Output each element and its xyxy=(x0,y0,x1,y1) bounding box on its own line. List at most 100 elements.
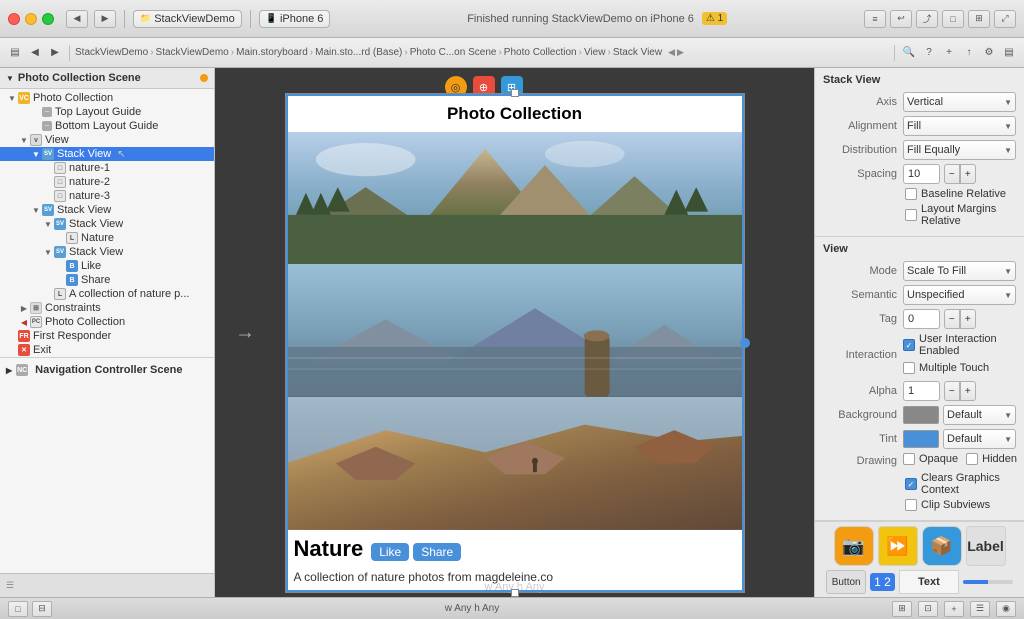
outline-item-stack-view-2[interactable]: ▼ SV Stack View xyxy=(0,203,214,217)
nav-forward-button[interactable]: ▶ xyxy=(94,10,116,28)
maximize-button[interactable] xyxy=(42,13,54,25)
close-button[interactable] xyxy=(8,13,20,25)
outline-item-first-responder[interactable]: FR First Responder xyxy=(0,329,214,343)
back-forward-button[interactable]: ↩ xyxy=(890,10,912,28)
filter-button[interactable]: ◉ xyxy=(996,601,1016,617)
outline-item-view[interactable]: ▼ v View xyxy=(0,133,214,147)
outline-item-bottom-layout[interactable]: ─ Bottom Layout Guide xyxy=(0,119,214,133)
add-constraint-button[interactable]: □ xyxy=(8,601,28,617)
list-view-button[interactable]: ☰ xyxy=(970,601,990,617)
library-button-label[interactable]: Button xyxy=(826,570,866,594)
resize-handle-bottom[interactable] xyxy=(511,589,519,597)
split-view-button[interactable]: ⊞ xyxy=(968,10,990,28)
outline-item-like[interactable]: B Like xyxy=(0,259,214,273)
opaque-checkbox[interactable] xyxy=(903,453,915,465)
add-button[interactable]: + xyxy=(940,44,958,62)
background-select[interactable]: Default ▼ xyxy=(943,405,1016,425)
settings-button[interactable]: ⚙ xyxy=(980,44,998,62)
resize-handle-top[interactable] xyxy=(511,89,519,97)
baseline-relative-checkbox[interactable] xyxy=(905,188,917,200)
breadcrumb-item-7[interactable]: View xyxy=(584,47,606,58)
breadcrumb-item-2[interactable]: StackViewDemo xyxy=(156,47,229,58)
console-button[interactable]: ▤ xyxy=(1000,44,1018,62)
toolbar-forward-button[interactable]: ▶ xyxy=(46,44,64,62)
breadcrumb-item-1[interactable]: StackViewDemo xyxy=(75,47,148,58)
device-tab[interactable]: 📱 iPhone 6 xyxy=(259,10,331,28)
clears-graphics-checkbox[interactable]: ✓ xyxy=(905,478,917,490)
outline-item-exit[interactable]: ✕ Exit xyxy=(0,343,214,357)
library-stepper[interactable]: 1 2 xyxy=(870,573,895,591)
breadcrumb-item-5[interactable]: Photo C...on Scene xyxy=(410,47,497,58)
nav-scene-header[interactable]: ▶ NC Navigation Controller Scene xyxy=(0,362,214,378)
tag-input[interactable]: 0 xyxy=(903,309,940,329)
outline-item-photo-collection-child[interactable]: ◀ PC Photo Collection xyxy=(0,315,214,329)
outline-item-nature-3[interactable]: □ nature-3 xyxy=(0,189,214,203)
constraints-toggle-arrow[interactable]: ▶ xyxy=(18,302,30,314)
outline-item-top-layout[interactable]: ─ Top Layout Guide xyxy=(0,105,214,119)
outline-view[interactable]: ▼ VC Photo Collection ─ Top Layout Guide… xyxy=(0,89,214,573)
clip-subviews-checkbox[interactable] xyxy=(905,499,917,511)
scheme-menu-button[interactable]: ▤ xyxy=(6,44,24,62)
library-cube-icon[interactable]: 📦 xyxy=(922,526,962,566)
fullscreen-button[interactable]: ⤢ xyxy=(994,10,1016,28)
library-slider[interactable] xyxy=(963,580,1013,584)
alpha-input[interactable]: 1 xyxy=(903,381,940,401)
breadcrumb-item-3[interactable]: Main.storyboard xyxy=(236,47,308,58)
toolbar-back-button[interactable]: ◀ xyxy=(26,44,44,62)
axis-select[interactable]: Vertical ▼ xyxy=(903,92,1016,112)
layout-margins-checkbox[interactable] xyxy=(905,209,917,221)
outline-item-stack-view-1[interactable]: ▼ SV Stack View ↖ xyxy=(0,147,214,161)
add-layout-button[interactable]: + xyxy=(944,601,964,617)
spacing-decrement-button[interactable]: − xyxy=(944,164,960,184)
breadcrumb-prev-arrow[interactable]: ◀ xyxy=(668,47,675,58)
resolve-layout-button[interactable]: ⊡ xyxy=(918,601,938,617)
user-interaction-checkbox[interactable]: ✓ xyxy=(903,339,915,351)
library-forward-icon[interactable]: ⏩ xyxy=(878,526,918,566)
background-swatch[interactable] xyxy=(903,406,939,424)
grid-view-button[interactable]: ⊞ xyxy=(892,601,912,617)
share-button[interactable]: ↑ xyxy=(960,44,978,62)
semantic-select[interactable]: Unspecified ▼ xyxy=(903,285,1016,305)
library-label-icon[interactable]: Label xyxy=(966,526,1006,566)
multiple-touch-checkbox[interactable] xyxy=(903,362,915,374)
sidebar-toggle-button[interactable]: ≡ xyxy=(864,10,886,28)
tag-decrement-button[interactable]: − xyxy=(944,309,960,329)
jump-bar-button[interactable]: ⤴ xyxy=(916,10,938,28)
breadcrumb-next-arrow[interactable]: ▶ xyxy=(677,47,684,58)
outline-item-photo-collection[interactable]: ▼ VC Photo Collection xyxy=(0,91,214,105)
tag-increment-button[interactable]: + xyxy=(960,309,976,329)
resize-handle-right[interactable] xyxy=(740,338,750,348)
hidden-checkbox[interactable] xyxy=(966,453,978,465)
nav-back-button[interactable]: ◀ xyxy=(66,10,88,28)
alpha-decrement-button[interactable]: − xyxy=(944,381,960,401)
distribution-select[interactable]: Fill Equally ▼ xyxy=(903,140,1016,160)
outline-item-stack-view-3[interactable]: ▼ SV Stack View xyxy=(0,217,214,231)
outline-item-stack-view-4[interactable]: ▼ SV Stack View xyxy=(0,245,214,259)
outline-item-nature-2[interactable]: □ nature-2 xyxy=(0,175,214,189)
minimize-button[interactable] xyxy=(25,13,37,25)
outline-item-nature-label[interactable]: L Nature xyxy=(0,231,214,245)
align-button[interactable]: ⊟ xyxy=(32,601,52,617)
help-button[interactable]: ? xyxy=(920,44,938,62)
library-text-item[interactable]: Text xyxy=(899,570,959,594)
outline-item-nature-1[interactable]: □ nature-1 xyxy=(0,161,214,175)
tint-select[interactable]: Default ▼ xyxy=(943,429,1016,449)
mode-select[interactable]: Scale To Fill ▼ xyxy=(903,261,1016,281)
project-tab[interactable]: 📁 StackViewDemo xyxy=(133,10,242,28)
share-button-canvas[interactable]: Share xyxy=(413,543,461,561)
outline-item-share[interactable]: B Share xyxy=(0,273,214,287)
window-button[interactable]: □ xyxy=(942,10,964,28)
scene-toggle-arrow[interactable]: ▼ xyxy=(6,74,14,83)
spacing-input[interactable]: 10 xyxy=(903,164,940,184)
inspector-button[interactable]: 🔍 xyxy=(900,44,918,62)
library-camera-icon[interactable]: 📷 xyxy=(834,526,874,566)
breadcrumb-item-8[interactable]: Stack View xyxy=(613,47,662,58)
outline-item-constraints[interactable]: ▶ ⊞ Constraints xyxy=(0,301,214,315)
spacing-increment-button[interactable]: + xyxy=(960,164,976,184)
alignment-select[interactable]: Fill ▼ xyxy=(903,116,1016,136)
alpha-increment-button[interactable]: + xyxy=(960,381,976,401)
nav-scene-toggle-arrow[interactable]: ▶ xyxy=(6,366,12,375)
breadcrumb-item-6[interactable]: Photo Collection xyxy=(504,47,577,58)
like-button[interactable]: Like xyxy=(371,543,409,561)
tint-swatch[interactable] xyxy=(903,430,939,448)
